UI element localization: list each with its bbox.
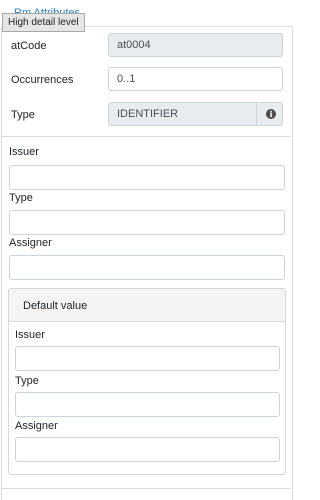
default-issuer-input[interactable] [15,346,280,371]
issuer-label: Issuer [9,146,39,158]
atcode-label: atCode [11,40,47,52]
default-value-title: Default value [23,300,88,312]
default-assigner-label: Assigner [15,420,58,432]
section-divider [2,136,291,137]
default-value-header: Default value [9,289,285,322]
occurrences-label: Occurrences [11,74,74,86]
identifier-type-input[interactable] [9,210,285,235]
default-value-card: Default value Issuer Type Assigner [8,288,286,475]
default-assigner-input[interactable] [15,437,280,462]
type-label: Type [11,109,35,121]
default-type-input[interactable] [15,392,280,417]
type-info-button[interactable]: i [256,102,283,126]
identifier-type-label: Type [9,192,33,204]
issuer-input[interactable] [9,165,285,190]
assigner-input[interactable] [9,255,285,280]
occurrences-input[interactable]: 0..1 [108,67,283,91]
tooltip: High detail level [2,13,85,32]
bottom-divider [2,488,291,489]
atcode-field: at0004 [108,33,283,57]
default-issuer-label: Issuer [15,329,45,341]
default-type-label: Type [15,375,39,387]
info-icon: i [266,109,276,119]
assigner-label: Assigner [9,237,52,249]
